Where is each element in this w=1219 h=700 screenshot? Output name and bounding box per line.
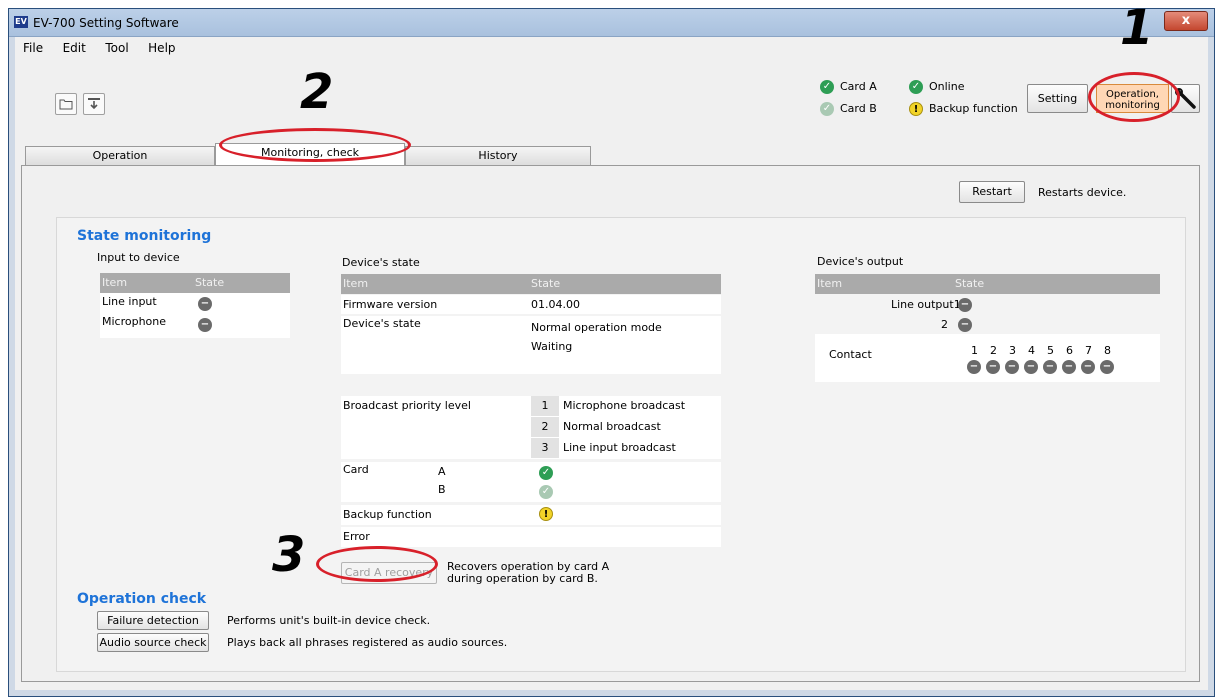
annotation-ellipse-2 xyxy=(219,128,411,162)
app-logo-icon: EV xyxy=(14,16,28,28)
priority-label: Normal broadcast xyxy=(563,420,661,433)
annotation-number-1: 1 xyxy=(1120,0,1154,56)
check-icon: ✓ xyxy=(909,80,923,94)
contact-number: 6 xyxy=(1066,344,1073,357)
off-state-icon: − xyxy=(1081,360,1095,374)
input-table-header: Item State xyxy=(100,273,290,293)
annotation-number-3: 3 xyxy=(272,527,306,583)
download-icon xyxy=(88,98,100,110)
contact-number: 2 xyxy=(990,344,997,357)
off-state-icon: − xyxy=(967,360,981,374)
audio-description: Plays back all phrases registered as aud… xyxy=(227,636,508,649)
card-a-status: ✓ Card A xyxy=(820,80,877,94)
annotation-ellipse-1 xyxy=(1088,72,1180,122)
recovery-description: during operation by card B. xyxy=(447,572,598,585)
operation-check-title: Operation check xyxy=(77,591,207,607)
priority-label: Line input broadcast xyxy=(563,441,676,454)
audio-source-check-button[interactable]: Audio source check xyxy=(97,633,209,652)
menu-file[interactable]: File xyxy=(15,41,51,55)
annotation-ellipse-3 xyxy=(316,546,438,582)
card-b-standby-icon: ✓ xyxy=(539,485,553,499)
priority-table: Broadcast priority level 1 Microphone br… xyxy=(341,396,721,459)
check-icon: ✓ xyxy=(820,102,834,116)
menu-tool[interactable]: Tool xyxy=(97,41,136,55)
device-mode-value: Normal operation mode xyxy=(531,321,662,334)
warning-icon: ! xyxy=(539,507,553,521)
off-state-icon: − xyxy=(198,297,212,311)
output-heading: Device's output xyxy=(817,255,904,268)
app-window: EV EV-700 Setting Software x File Edit T… xyxy=(8,8,1215,697)
contact-number: 7 xyxy=(1085,344,1092,357)
failure-description: Performs unit's built-in device check. xyxy=(227,614,431,627)
close-button[interactable]: x xyxy=(1164,11,1208,31)
error-row: Error xyxy=(341,527,721,547)
write-to-device-button[interactable] xyxy=(83,93,105,115)
tab-operation[interactable]: Operation xyxy=(25,146,215,166)
line-output-label: Line output1 xyxy=(891,298,961,311)
firmware-value: 01.04.00 xyxy=(531,298,580,311)
card-b-status: ✓ Card B xyxy=(820,102,877,116)
contact-number: 8 xyxy=(1104,344,1111,357)
annotation-number-2: 2 xyxy=(300,64,334,120)
line-output-rows: Line output1 − 2 − xyxy=(815,295,1160,333)
backup-status: ! Backup function xyxy=(909,102,1018,116)
menu-edit[interactable]: Edit xyxy=(55,41,94,55)
output-table-header: Item State xyxy=(815,274,1160,294)
menu-help[interactable]: Help xyxy=(140,41,183,55)
off-state-icon: − xyxy=(1043,360,1057,374)
contact-number: 3 xyxy=(1009,344,1016,357)
state-monitoring-title: State monitoring xyxy=(77,228,212,244)
off-state-icon: − xyxy=(958,298,972,312)
backup-row: Backup function ! xyxy=(341,505,721,525)
off-state-icon: − xyxy=(198,318,212,332)
contact-number: 4 xyxy=(1028,344,1035,357)
warning-icon: ! xyxy=(909,102,923,116)
firmware-row: Firmware version 01.04.00 xyxy=(341,295,721,314)
off-state-icon: − xyxy=(1024,360,1038,374)
off-state-icon: − xyxy=(986,360,1000,374)
input-heading: Input to device xyxy=(97,251,180,264)
state-monitoring-section: State monitoring Input to device Item St… xyxy=(56,217,1186,672)
priority-label: Microphone broadcast xyxy=(563,399,686,412)
online-status: ✓ Online xyxy=(909,80,964,94)
device-state-row: Device's state Normal operation mode Wai… xyxy=(341,316,721,374)
device-state-header: Item State xyxy=(341,274,721,294)
off-state-icon: − xyxy=(958,318,972,332)
restart-button[interactable]: Restart xyxy=(959,181,1025,203)
setting-button[interactable]: Setting xyxy=(1027,84,1088,113)
input-row-label: Microphone xyxy=(102,315,167,328)
monitoring-panel: Restart Restarts device. State monitorin… xyxy=(21,165,1200,682)
contact-number: 5 xyxy=(1047,344,1054,357)
contact-number: 1 xyxy=(971,344,978,357)
title-bar: EV EV-700 Setting Software x xyxy=(9,9,1214,37)
menu-bar: File Edit Tool Help xyxy=(15,41,184,59)
folder-icon xyxy=(59,99,73,110)
window-title: EV-700 Setting Software xyxy=(33,16,179,30)
failure-detection-button[interactable]: Failure detection xyxy=(97,611,209,630)
contact-row: Contact 1 2 3 4 5 6 7 8 − − − − − − − − xyxy=(815,334,1160,382)
off-state-icon: − xyxy=(1062,360,1076,374)
card-row: Card A ✓ B ✓ xyxy=(341,462,721,502)
off-state-icon: − xyxy=(1005,360,1019,374)
restart-description: Restarts device. xyxy=(1038,186,1127,199)
client-area: File Edit Tool Help ✓ Card A ✓ Card B ✓ Onl… xyxy=(15,37,1208,690)
input-row-label: Line input xyxy=(102,295,157,308)
open-file-button[interactable] xyxy=(55,93,77,115)
device-wait-value: Waiting xyxy=(531,340,573,353)
card-a-ok-icon: ✓ xyxy=(539,466,553,480)
line-output-label: 2 xyxy=(941,318,948,331)
off-state-icon: − xyxy=(1100,360,1114,374)
device-state-heading: Device's state xyxy=(342,256,420,269)
check-icon: ✓ xyxy=(820,80,834,94)
tab-history[interactable]: History xyxy=(405,146,591,166)
input-table-body: Line input − Microphone − xyxy=(100,293,290,338)
